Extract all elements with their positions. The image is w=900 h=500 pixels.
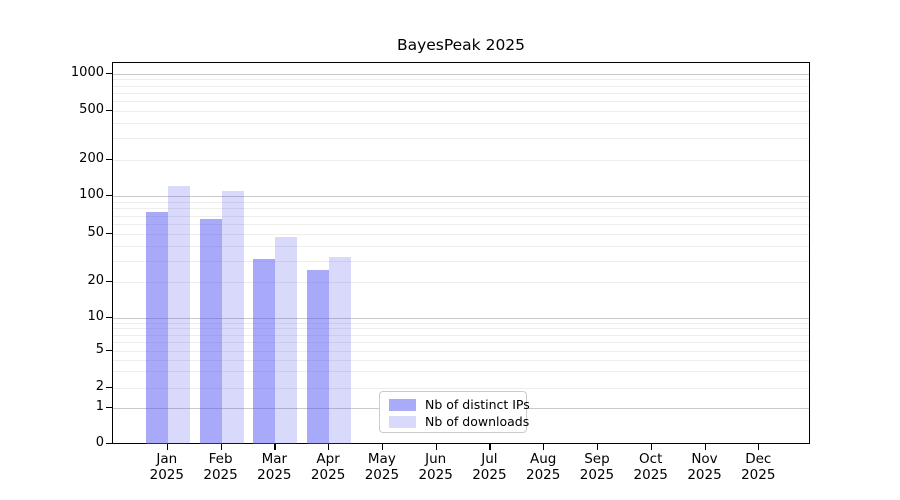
bar-distinct-ips-mar — [253, 259, 275, 444]
x-tick-label: Dec2025 — [726, 451, 790, 483]
bar-distinct-ips-apr — [307, 270, 329, 444]
gridline-minor — [113, 160, 809, 161]
y-tick-mark — [106, 387, 112, 388]
y-tick-label: 50 — [42, 225, 104, 241]
legend-swatch-icon — [389, 399, 416, 411]
y-tick-label: 0 — [42, 435, 104, 451]
y-tick-mark — [106, 159, 112, 160]
y-tick-mark — [106, 195, 112, 196]
x-tick-mark — [758, 444, 759, 450]
x-tick-mark — [436, 444, 437, 450]
chart-figure: BayesPeak 2025 01251020501002005001000 J… — [0, 0, 900, 500]
gridline-minor — [113, 208, 809, 209]
gridline-minor — [113, 123, 809, 124]
bar-downloads-feb — [222, 191, 244, 444]
y-tick-label: 1000 — [42, 65, 104, 81]
y-tick-label: 1 — [42, 399, 104, 415]
y-tick-mark — [106, 110, 112, 111]
x-tick-mark — [597, 444, 598, 450]
x-tick-mark — [705, 444, 706, 450]
x-tick-mark — [221, 444, 222, 450]
x-tick-mark — [328, 444, 329, 450]
gridline-major — [113, 74, 809, 75]
gridline-minor — [113, 111, 809, 112]
legend-item-downloads: Nb of downloads — [389, 413, 526, 430]
y-tick-label: 10 — [42, 309, 104, 325]
x-tick-mark — [489, 444, 490, 450]
y-tick-mark — [106, 233, 112, 234]
gridline-minor — [113, 93, 809, 94]
chart-title: BayesPeak 2025 — [112, 36, 810, 56]
x-tick-mark — [167, 444, 168, 450]
x-tick-year: 2025 — [726, 467, 790, 483]
gridline-minor — [113, 216, 809, 217]
y-tick-mark — [106, 73, 112, 74]
y-tick-mark — [106, 350, 112, 351]
legend-label: Nb of distinct IPs — [425, 397, 530, 412]
y-tick-mark — [106, 407, 112, 408]
x-tick-month: Dec — [726, 451, 790, 467]
x-tick-mark — [382, 444, 383, 450]
legend-label: Nb of downloads — [425, 414, 529, 429]
gridline-minor — [113, 79, 809, 80]
legend-item-distinct-ips: Nb of distinct IPs — [389, 396, 526, 413]
bar-downloads-mar — [275, 237, 297, 443]
x-tick-mark — [274, 444, 275, 450]
legend: Nb of distinct IPsNb of downloads — [379, 391, 527, 433]
bar-distinct-ips-jan — [146, 212, 168, 444]
y-tick-label: 100 — [42, 187, 104, 203]
y-tick-mark — [106, 281, 112, 282]
bar-distinct-ips-feb — [200, 219, 222, 444]
y-tick-label: 2 — [42, 379, 104, 395]
y-tick-label: 5 — [42, 342, 104, 358]
gridline-major — [113, 196, 809, 197]
gridline-minor — [113, 138, 809, 139]
x-tick-mark — [651, 444, 652, 450]
gridline-minor — [113, 101, 809, 102]
plot-area — [112, 62, 810, 444]
y-tick-mark — [106, 443, 112, 444]
gridline-minor — [113, 202, 809, 203]
bar-downloads-jan — [168, 186, 190, 443]
gridline-minor — [113, 86, 809, 87]
y-tick-label: 500 — [42, 102, 104, 118]
legend-swatch-icon — [389, 416, 416, 428]
y-tick-label: 20 — [42, 273, 104, 289]
bar-downloads-apr — [329, 257, 351, 443]
y-tick-label: 200 — [42, 151, 104, 167]
x-tick-mark — [543, 444, 544, 450]
y-tick-mark — [106, 317, 112, 318]
